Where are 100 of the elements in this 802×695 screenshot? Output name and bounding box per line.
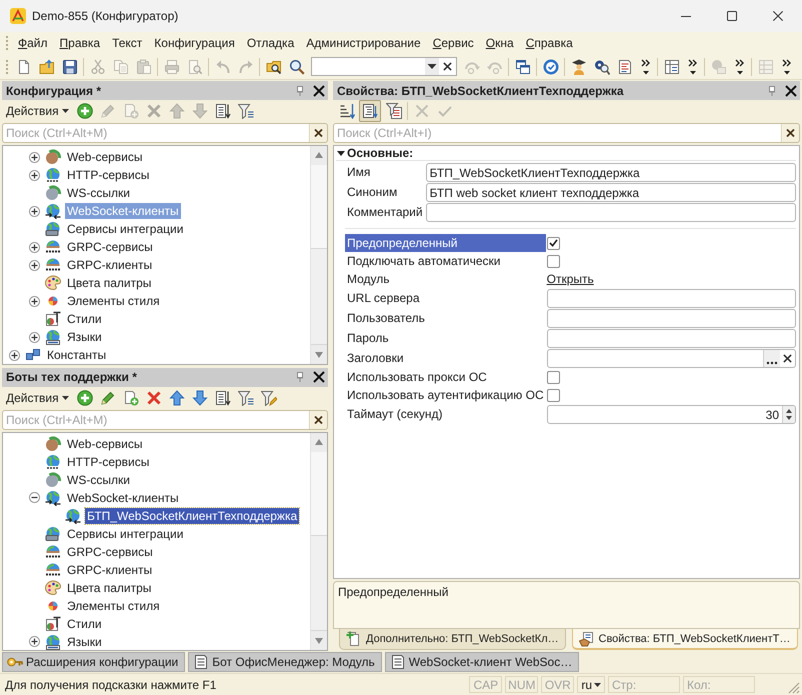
property-label[interactable]: Комментарий xyxy=(345,202,425,222)
language-selector[interactable]: ru xyxy=(577,676,605,693)
filter-document-icon[interactable] xyxy=(386,103,402,119)
scrollbar[interactable] xyxy=(310,432,327,650)
menu-item[interactable]: Текст xyxy=(106,34,148,52)
property-label[interactable]: Использовать аутентификацию ОС xyxy=(345,386,546,404)
menu-item[interactable]: Администрирование xyxy=(300,34,427,52)
menu-item[interactable]: Сервис xyxy=(426,34,480,52)
close-icon[interactable] xyxy=(785,84,797,96)
clear-icon[interactable] xyxy=(783,354,792,363)
tree-item[interactable]: Языки xyxy=(65,634,104,650)
tab[interactable]: Свойства: БТП_WebSocketКлиентТ… xyxy=(572,629,798,650)
tree-item[interactable]: Константы xyxy=(45,347,108,363)
search-combo-field[interactable] xyxy=(311,57,457,76)
search-field[interactable]: Поиск (Ctrl+Alt+I) xyxy=(333,123,781,143)
tree-item[interactable]: Элементы стиля xyxy=(65,598,162,614)
list-sort-icon[interactable] xyxy=(215,103,232,119)
menu-item[interactable]: Файл xyxy=(12,34,54,52)
scrollbar-thumb[interactable] xyxy=(311,248,327,344)
property-label[interactable]: Заголовки xyxy=(345,348,546,368)
collapse-icon[interactable] xyxy=(29,492,40,503)
clear-icon[interactable] xyxy=(781,123,800,143)
tree-item[interactable]: WS-ссылки xyxy=(65,472,132,488)
overflow-chevron-icon[interactable] xyxy=(688,58,697,74)
property-label[interactable]: URL сервера xyxy=(345,288,546,308)
search-field[interactable]: Поиск (Ctrl+Alt+M) xyxy=(2,410,309,430)
tree-item[interactable]: Языки xyxy=(65,329,104,345)
scrollbar-thumb[interactable] xyxy=(311,534,327,631)
window-tab[interactable]: Расширения конфигурации xyxy=(2,652,186,672)
property-label[interactable]: Синоним xyxy=(345,182,425,202)
collapse-triangle-icon[interactable] xyxy=(337,150,345,156)
ellipsis-icon[interactable] xyxy=(763,350,780,367)
expand-icon[interactable] xyxy=(9,350,20,360)
property-label[interactable]: Модуль xyxy=(345,270,546,288)
clear-icon[interactable] xyxy=(309,410,328,430)
menu-item[interactable]: Правка xyxy=(54,34,106,52)
folder-icon[interactable] xyxy=(38,58,54,74)
pin-icon[interactable] xyxy=(769,86,775,96)
window-tab[interactable]: WebSocket-клиент WebSoc… xyxy=(384,652,580,672)
resize-grip-icon[interactable] xyxy=(788,682,800,694)
table-icon[interactable] xyxy=(664,58,680,74)
text-field[interactable]: БТП_WebSocketКлиентТехподдержка xyxy=(426,163,796,182)
category-list-icon[interactable] xyxy=(359,100,381,122)
tree-item[interactable]: Сервисы интеграции xyxy=(65,526,186,542)
expand-icon[interactable] xyxy=(29,242,40,252)
pin-icon[interactable] xyxy=(297,86,303,96)
tree-item[interactable]: WebSocket-клиенты xyxy=(65,490,181,506)
checkbox[interactable] xyxy=(546,236,560,250)
tree-item[interactable]: WS-ссылки xyxy=(65,185,132,201)
tree-item[interactable]: Сервисы интеграции xyxy=(65,221,186,237)
scroll-down-icon[interactable] xyxy=(311,344,327,364)
open-link[interactable]: Открыть xyxy=(546,272,594,286)
document-add-icon[interactable] xyxy=(123,390,140,406)
help-search-icon[interactable] xyxy=(594,58,610,74)
tree-item[interactable]: Стили xyxy=(65,311,104,327)
close-icon[interactable] xyxy=(313,84,325,96)
menu-item[interactable]: Отладка xyxy=(240,34,300,52)
expand-icon[interactable] xyxy=(29,296,40,306)
tree-item[interactable]: HTTP-сервисы xyxy=(65,167,152,183)
number-field[interactable]: 30 xyxy=(546,405,796,424)
text-field[interactable]: БТП web socket клиент техподдержка xyxy=(426,183,796,202)
tree-item[interactable]: БТП_WebSocketКлиентТехподдержка xyxy=(85,508,300,524)
tree-item[interactable]: Стили xyxy=(65,616,104,632)
text-field[interactable] xyxy=(546,309,796,328)
add-icon[interactable] xyxy=(77,103,94,119)
filter-icon[interactable] xyxy=(238,390,254,406)
property-label[interactable]: Пользователь xyxy=(345,308,546,328)
property-label[interactable]: Подключать автоматически xyxy=(345,252,546,270)
actions-menu-button[interactable]: Действия xyxy=(4,390,72,404)
search-icon[interactable] xyxy=(288,58,304,74)
tree-item[interactable]: GRPC-клиенты xyxy=(65,562,154,578)
property-label[interactable]: Предопределенный xyxy=(345,234,546,252)
text-field[interactable] xyxy=(546,289,796,308)
menu-item[interactable]: Окна xyxy=(480,34,520,52)
expand-icon[interactable] xyxy=(29,260,40,270)
sort-icon[interactable] xyxy=(338,103,354,119)
checkbox[interactable] xyxy=(546,254,560,268)
clear-icon[interactable] xyxy=(443,62,452,71)
overflow-chevron-icon[interactable] xyxy=(782,58,791,74)
clear-icon[interactable] xyxy=(309,123,328,143)
pin-icon[interactable] xyxy=(297,372,303,382)
close-icon[interactable] xyxy=(313,371,325,383)
caret-icon[interactable] xyxy=(425,58,439,75)
tree-item[interactable]: Цвета палитры xyxy=(65,275,154,291)
property-label[interactable]: Использовать прокси ОС xyxy=(345,368,546,386)
tree-item[interactable]: GRPC-сервисы xyxy=(65,239,155,255)
window-tab[interactable]: Бот ОфисМенеджер: Модуль xyxy=(188,652,382,672)
pencil-icon[interactable] xyxy=(100,390,116,406)
tree-item[interactable]: Цвета палитры xyxy=(65,580,154,596)
close-icon[interactable] xyxy=(773,11,783,21)
add-icon[interactable] xyxy=(77,390,94,406)
text-field[interactable] xyxy=(546,329,796,348)
expand-icon[interactable] xyxy=(29,152,40,162)
text-field[interactable] xyxy=(426,203,796,222)
tree-item[interactable]: Web-сервисы xyxy=(65,436,145,452)
filter-icon[interactable] xyxy=(238,103,254,119)
filter-edit-icon[interactable] xyxy=(261,390,278,406)
checkbox[interactable] xyxy=(546,370,560,384)
maximize-icon[interactable] xyxy=(727,11,737,21)
choice-field[interactable] xyxy=(546,349,796,368)
